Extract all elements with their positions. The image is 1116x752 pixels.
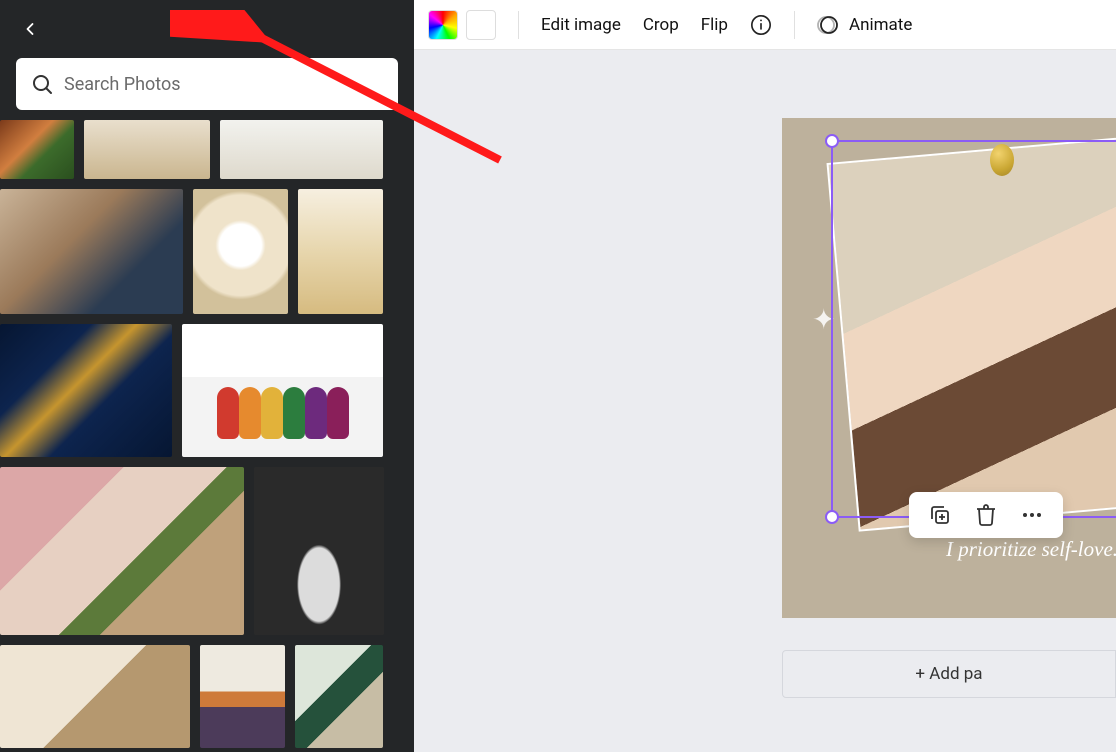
flip-button[interactable]: Flip bbox=[701, 15, 728, 35]
trash-icon bbox=[974, 503, 998, 527]
animate-button[interactable]: Animate bbox=[817, 13, 912, 37]
image-toolbar: Edit image Crop Flip Animate bbox=[414, 0, 1116, 50]
people-illustration bbox=[217, 387, 349, 439]
duplicate-button[interactable] bbox=[927, 502, 953, 528]
delete-button[interactable] bbox=[973, 502, 999, 528]
info-button[interactable] bbox=[750, 14, 772, 36]
edit-image-button[interactable]: Edit image bbox=[541, 15, 621, 35]
foreground-color-swatch[interactable] bbox=[466, 10, 496, 40]
duplicate-icon bbox=[928, 503, 952, 527]
crop-button[interactable]: Crop bbox=[643, 15, 679, 35]
canvas-area[interactable]: ✦ ✦ I prioritize self-love. + Add pa bbox=[414, 50, 1116, 752]
more-button[interactable] bbox=[1019, 502, 1045, 528]
search-input[interactable] bbox=[64, 74, 384, 95]
photo-thumb[interactable] bbox=[84, 120, 210, 179]
selection-handle-bl[interactable] bbox=[825, 510, 839, 524]
context-toolbar bbox=[909, 492, 1063, 538]
add-page-button[interactable]: + Add pa bbox=[782, 650, 1116, 698]
toolbar-divider bbox=[518, 11, 519, 39]
sidebar-header: Photos bbox=[0, 0, 414, 58]
selection-box[interactable] bbox=[831, 140, 1116, 518]
photo-thumb[interactable] bbox=[193, 189, 288, 314]
panel-title: Photos bbox=[14, 17, 400, 41]
design-page[interactable]: ✦ ✦ I prioritize self-love. bbox=[782, 118, 1116, 618]
photo-thumb[interactable] bbox=[0, 324, 172, 457]
caption-text[interactable]: I prioritize self-love. bbox=[782, 537, 1116, 562]
search-icon bbox=[30, 72, 54, 96]
photo-thumb[interactable] bbox=[200, 645, 285, 748]
selection-handle-tl[interactable] bbox=[825, 134, 839, 148]
photo-thumb[interactable] bbox=[0, 467, 244, 635]
animate-icon bbox=[817, 13, 841, 37]
photo-thumb[interactable] bbox=[220, 120, 383, 179]
photo-thumb[interactable] bbox=[295, 645, 383, 748]
search-container[interactable] bbox=[16, 58, 398, 110]
color-picker-button[interactable] bbox=[428, 10, 458, 40]
photo-thumb[interactable] bbox=[0, 645, 190, 748]
photo-grid bbox=[0, 120, 414, 752]
animate-label: Animate bbox=[849, 15, 912, 35]
photos-sidebar: Photos bbox=[0, 0, 414, 752]
color-swatches bbox=[428, 10, 496, 40]
photo-thumb[interactable] bbox=[254, 467, 384, 635]
photo-thumb[interactable] bbox=[298, 189, 383, 314]
photo-thumb[interactable] bbox=[182, 324, 383, 457]
photo-thumb[interactable] bbox=[0, 189, 183, 314]
more-icon bbox=[1020, 503, 1044, 527]
toolbar-divider bbox=[794, 11, 795, 39]
photo-thumb[interactable] bbox=[0, 120, 74, 179]
info-icon bbox=[750, 14, 772, 36]
